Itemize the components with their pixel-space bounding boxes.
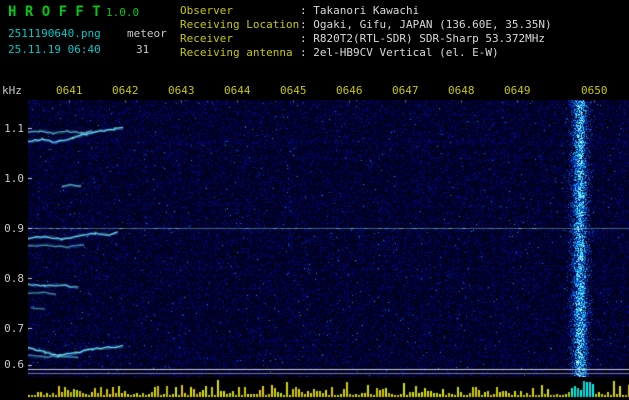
- freq-tick-label: 0.6: [4, 358, 24, 371]
- info-label: Observer: [180, 4, 233, 17]
- info-label: Receiving antenna: [180, 46, 293, 59]
- record-datetime: 25.11.19 06:40: [8, 43, 101, 56]
- info-value: : 2el-HB9CV Vertical (el. E-W): [300, 46, 499, 59]
- output-filename: 2511190640.png: [8, 27, 101, 40]
- time-tick-label: 0642: [112, 84, 139, 97]
- observer-info-block: Observer : Takanori Kawachi Receiving Loca…: [180, 4, 552, 60]
- time-tick-label: 0648: [448, 84, 475, 97]
- time-tick-label: 0641: [56, 84, 83, 97]
- khz-axis-label: kHz: [2, 84, 22, 97]
- freq-tick-label: 1.1: [4, 122, 24, 135]
- signal-meter-canvas: [28, 378, 629, 400]
- info-label: Receiving Location: [180, 18, 300, 31]
- time-tick-label: 0645: [280, 84, 307, 97]
- time-tick-label: 0646: [336, 84, 363, 97]
- info-row: Receiver : R820T2(RTL-SDR) SDR-Sharp 53.3…: [180, 32, 552, 46]
- time-tick-label: 0649: [504, 84, 531, 97]
- freq-tick-label: 0.7: [4, 322, 24, 335]
- info-label: Receiver: [180, 32, 233, 45]
- echo-count: 31: [136, 43, 150, 56]
- spectrogram-canvas: [28, 100, 629, 377]
- freq-tick-label: 1.0: [4, 172, 24, 185]
- info-row: Receiving antenna : 2el-HB9CV Vertical (e…: [180, 46, 552, 60]
- info-value: : Takanori Kawachi: [300, 4, 420, 17]
- time-tick-label: 0650: [581, 84, 608, 97]
- info-row: Receiving Location: Ogaki, Gifu, JAPAN (…: [180, 18, 552, 32]
- info-row: Observer : Takanori Kawachi: [180, 4, 552, 18]
- app-title: H R O F F T: [8, 4, 101, 20]
- info-value: : R820T2(RTL-SDR) SDR-Sharp 53.372MHz: [300, 32, 546, 45]
- station-name: meteor: [127, 27, 167, 40]
- time-tick-label: 0644: [224, 84, 251, 97]
- time-tick-label: 0647: [392, 84, 419, 97]
- hrofft-screen: H R O F F T 1.0.0 2511190640.png meteor …: [0, 0, 629, 400]
- info-value: : Ogaki, Gifu, JAPAN (136.60E, 35.35N): [300, 18, 552, 31]
- freq-tick-label: 0.8: [4, 272, 24, 285]
- time-tick-label: 0643: [168, 84, 195, 97]
- freq-tick-label: 0.9: [4, 222, 24, 235]
- app-version: 1.0.0: [106, 6, 140, 19]
